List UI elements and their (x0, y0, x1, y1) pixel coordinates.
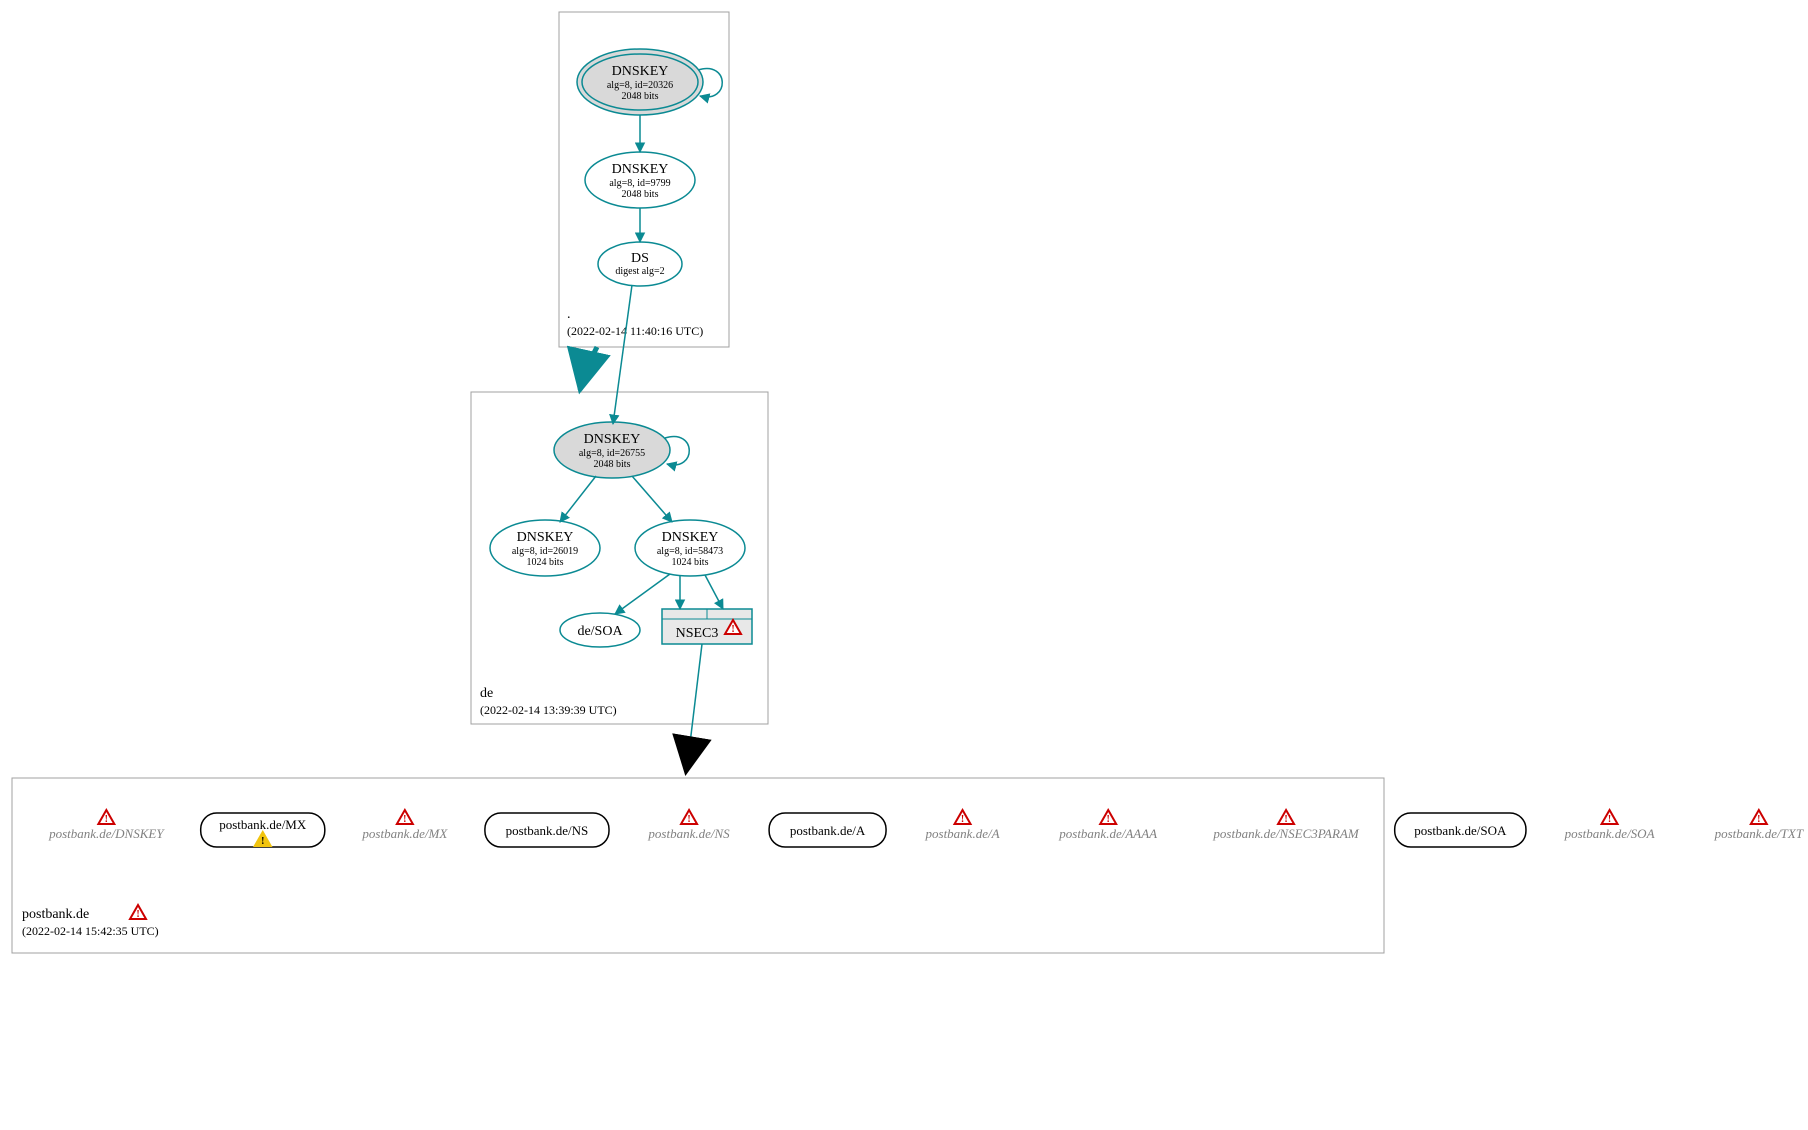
root-ksk-node: DNSKEY alg=8, id=20326 2048 bits (577, 49, 703, 115)
de-zsk1-line3: 1024 bits (527, 557, 564, 568)
root-ds-title: DS (631, 251, 649, 266)
rrset-label: postbank.de/AAAA (1058, 826, 1157, 841)
de-nsec3-node: NSEC3 ! (662, 609, 752, 644)
svg-text:!: ! (261, 836, 264, 847)
de-soa-label: de/SOA (577, 624, 623, 639)
de-ksk-line3: 2048 bits (594, 459, 631, 470)
root-ksk-line3: 2048 bits (622, 91, 659, 102)
de-ksk-node: DNSKEY alg=8, id=26755 2048 bits (554, 422, 670, 478)
de-zsk2-line3: 1024 bits (672, 557, 709, 568)
rrset-label: postbank.de/DNSKEY (48, 826, 165, 841)
rrset-label: postbank.de/NSEC3PARAM (1212, 826, 1359, 841)
warning-icon: ! (1751, 810, 1767, 825)
rrset-label: postbank.de/MX (361, 826, 448, 841)
svg-text:!: ! (136, 909, 139, 920)
svg-text:!: ! (687, 814, 690, 825)
rrset-label: postbank.de/TXT (1714, 826, 1804, 841)
zone-de: DNSKEY alg=8, id=26755 2048 bits DNSKEY … (471, 392, 768, 724)
rrset-label: postbank.de/A (925, 826, 1000, 841)
root-zone-name: . (567, 307, 571, 322)
root-zsk-line3: 2048 bits (622, 189, 659, 200)
postbank-zone-name: postbank.de (22, 907, 89, 922)
rrset-item: !postbank.de/SOA (1564, 810, 1655, 841)
root-zsk-node: DNSKEY alg=8, id=9799 2048 bits (585, 152, 695, 208)
de-zsk1-node: DNSKEY alg=8, id=26019 1024 bits (490, 520, 600, 576)
root-ds-line2: digest alg=2 (615, 266, 664, 277)
svg-text:!: ! (731, 624, 734, 635)
rrset-item: postbank.de/NS (485, 813, 609, 847)
rrset-label: postbank.de/NS (506, 823, 589, 838)
svg-text:!: ! (961, 814, 964, 825)
root-ksk-title: DNSKEY (612, 64, 669, 79)
svg-text:!: ! (105, 814, 108, 825)
de-zsk1-line2: alg=8, id=26019 (512, 546, 578, 557)
de-zsk2-line2: alg=8, id=58473 (657, 546, 723, 557)
rrset-item: postbank.de/A (769, 813, 886, 847)
rrset-item: postbank.de/MX! (201, 813, 325, 847)
edge-root-zone-to-de-zone (580, 347, 597, 390)
postbank-zone-timestamp: (2022-02-14 15:42:35 UTC) (22, 924, 159, 938)
de-zsk2-node: DNSKEY alg=8, id=58473 1024 bits (635, 520, 745, 576)
rrset-label: postbank.de/MX (219, 817, 307, 832)
warning-icon: ! (1602, 810, 1618, 825)
rrset-item: postbank.de/SOA (1395, 813, 1526, 847)
zone-root: DNSKEY alg=8, id=20326 2048 bits DNSKEY … (559, 12, 729, 347)
svg-text:!: ! (1608, 814, 1611, 825)
root-zsk-title: DNSKEY (612, 162, 669, 177)
rrset-label: postbank.de/A (790, 823, 866, 838)
root-ksk-line2: alg=8, id=20326 (607, 80, 673, 91)
root-zsk-line2: alg=8, id=9799 (609, 178, 670, 189)
rrset-label: postbank.de/SOA (1564, 826, 1655, 841)
svg-text:!: ! (1757, 814, 1760, 825)
rrset-label: postbank.de/NS (647, 826, 730, 841)
de-soa-node: de/SOA (560, 613, 640, 647)
edge-de-nsec3-to-postbank-black (686, 760, 688, 772)
de-ksk-line2: alg=8, id=26755 (579, 448, 645, 459)
svg-text:!: ! (1284, 814, 1287, 825)
de-zsk1-title: DNSKEY (517, 530, 574, 545)
de-nsec3-label: NSEC3 (676, 626, 719, 641)
rrset-item: !postbank.de/TXT (1714, 810, 1804, 841)
rrset-label: postbank.de/SOA (1414, 823, 1507, 838)
root-ds-node: DS digest alg=2 (598, 242, 682, 286)
zone-postbank: !postbank.de/DNSKEYpostbank.de/MX!!postb… (12, 778, 1804, 953)
de-zone-name: de (480, 686, 493, 701)
svg-text:!: ! (403, 814, 406, 825)
de-zone-timestamp: (2022-02-14 13:39:39 UTC) (480, 703, 617, 717)
de-ksk-title: DNSKEY (584, 432, 641, 447)
root-zone-timestamp: (2022-02-14 11:40:16 UTC) (567, 324, 703, 338)
de-zsk2-title: DNSKEY (662, 530, 719, 545)
svg-text:!: ! (1107, 814, 1110, 825)
